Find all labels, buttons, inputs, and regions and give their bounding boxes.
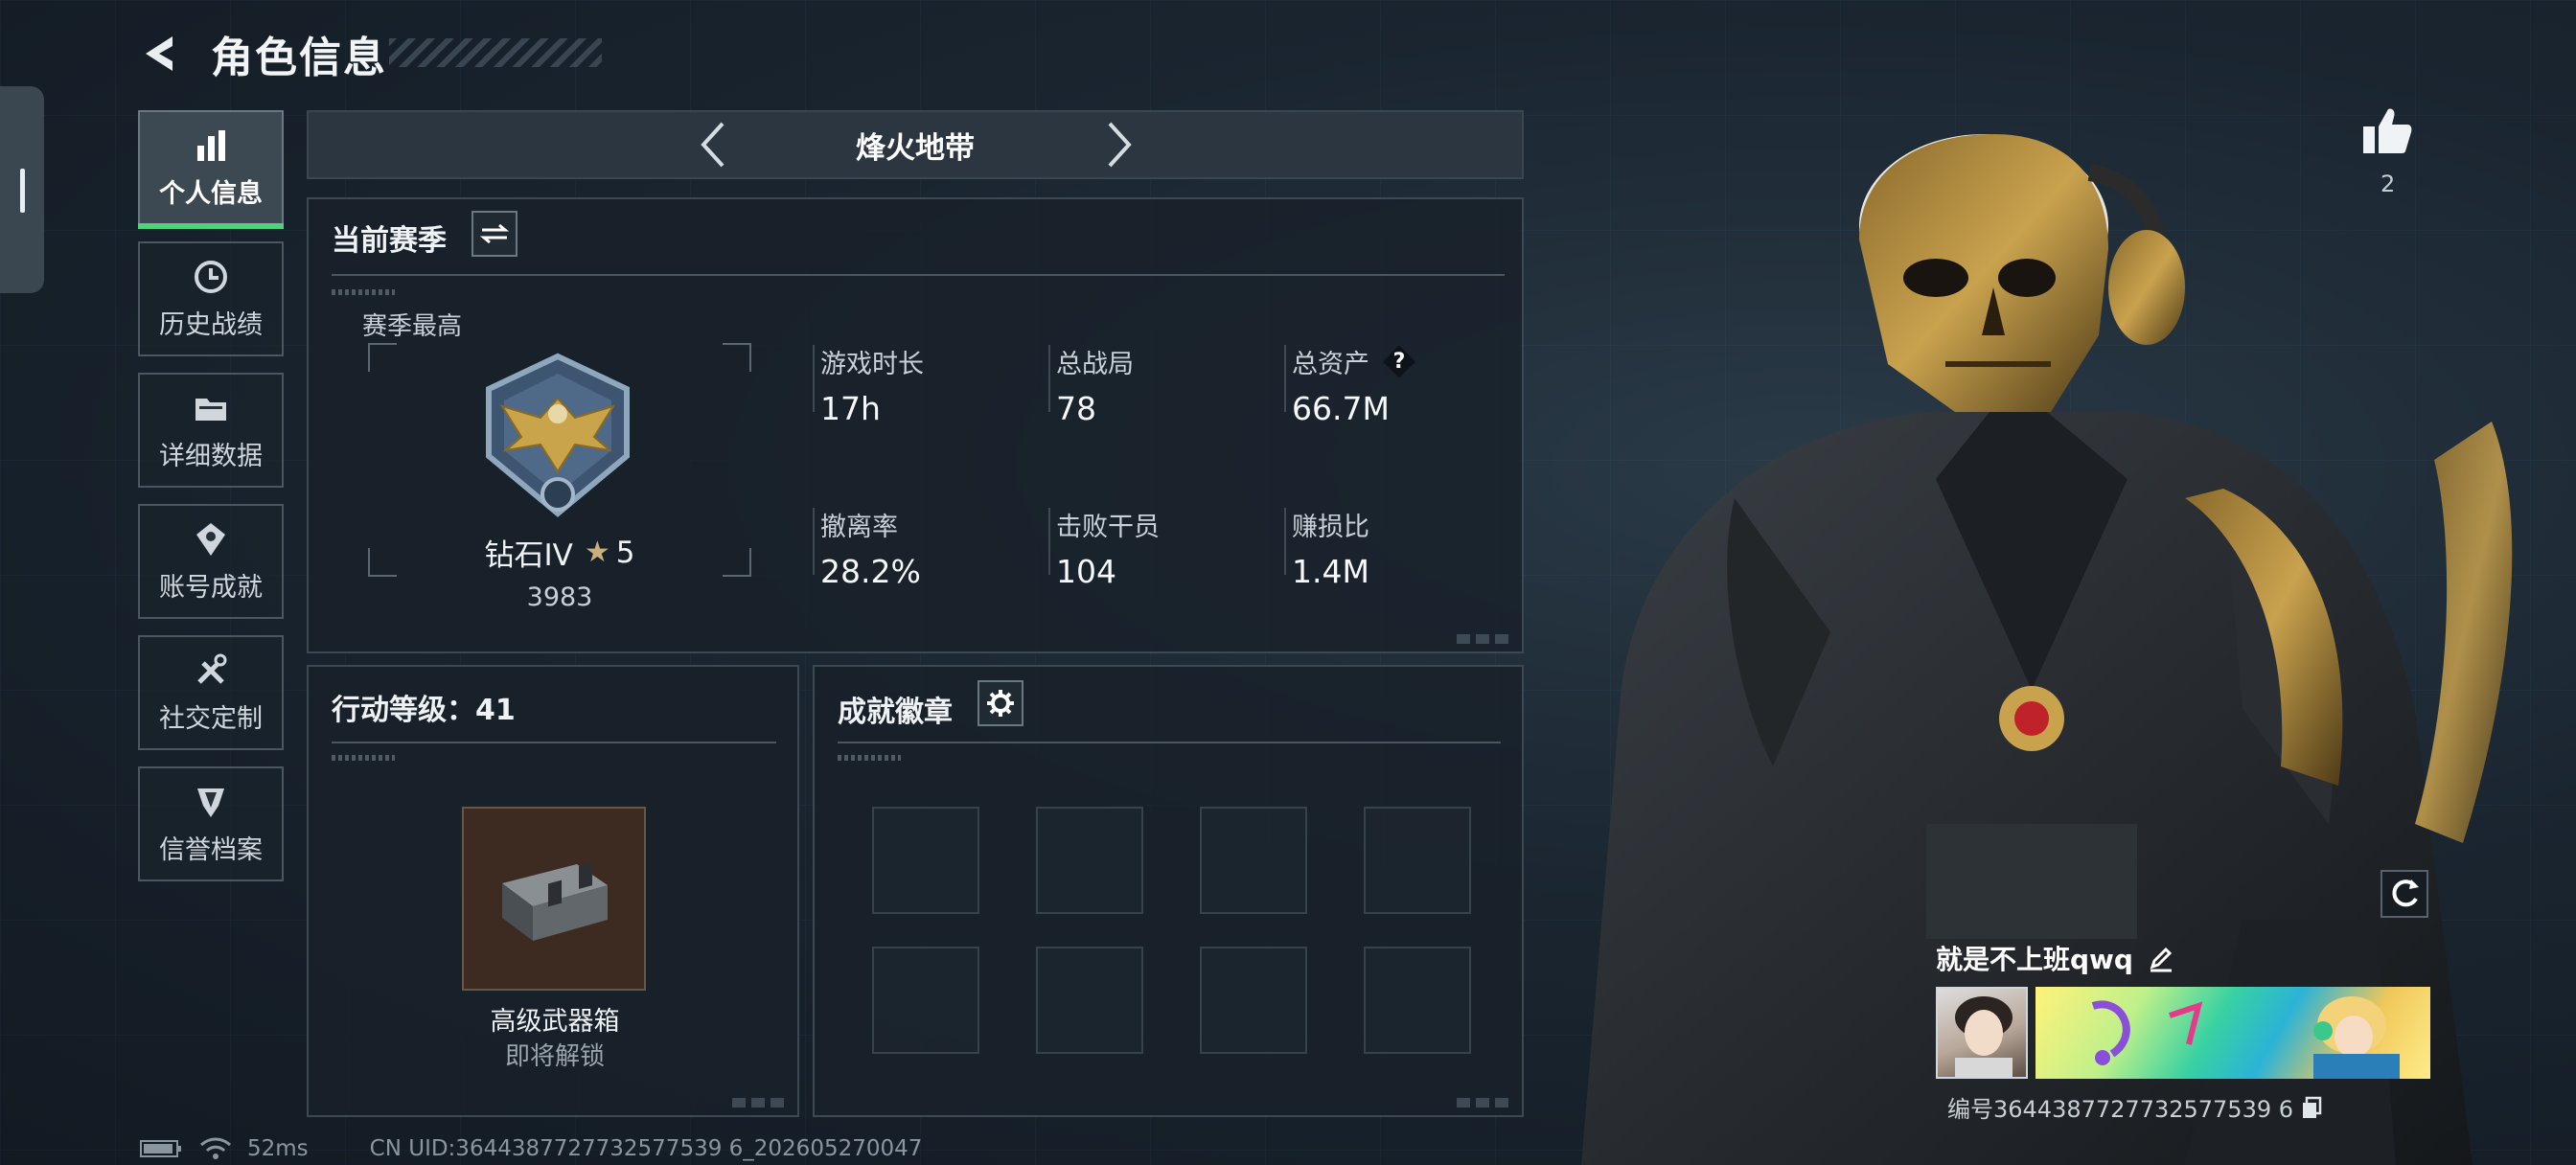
nav-item-detailed-data[interactable]: 详细数据 [138, 373, 284, 488]
bar-chart-icon [197, 129, 225, 161]
copy-icon[interactable] [2301, 1096, 2322, 1119]
rotate-model-button[interactable] [2380, 870, 2428, 918]
season-panel: 当前赛季 赛季最高 钻石IV ★ 5 3983 游戏时长 17h 总战局 78 … [307, 197, 1524, 653]
achievement-icon [196, 522, 225, 556]
player-name: 就是不上班qwq [1936, 944, 2133, 975]
tools-icon [197, 653, 227, 684]
nav-item-history[interactable]: 历史战绩 [138, 241, 284, 356]
stat-total-assets: 总资产 ? 66.7M [1292, 343, 1415, 427]
side-drawer-handle[interactable] [0, 86, 44, 293]
badge-title: 成就徽章 [838, 696, 953, 729]
chevron-right-icon[interactable] [1100, 118, 1138, 171]
edit-icon[interactable] [2147, 944, 2175, 972]
stat-play-time: 游戏时长 17h [820, 343, 924, 427]
battery-icon [140, 1140, 181, 1157]
badge-slot[interactable] [1200, 947, 1307, 1054]
badge-slot[interactable] [1200, 807, 1307, 914]
refresh-icon [2392, 879, 2419, 907]
profile-banner[interactable] [2036, 987, 2430, 1079]
rank-name-row: 钻石IV ★ 5 [368, 531, 751, 574]
rank-stars: 5 [615, 535, 635, 570]
reward-name: 高级武器箱 [490, 1007, 620, 1037]
nav-item-label: 社交定制 [159, 703, 263, 734]
rank-score: 3983 [526, 582, 593, 612]
divider [838, 742, 1501, 743]
decoration-tag [838, 755, 901, 761]
mode-selector: 烽火地带 [307, 110, 1524, 179]
folder-icon [196, 398, 226, 421]
nav-item-credit-record[interactable]: 信誉档案 [138, 766, 284, 881]
badge-slot[interactable] [872, 947, 979, 1054]
stat-value: 1.4M [1292, 553, 1369, 590]
wifi-icon [200, 1137, 231, 1159]
swap-icon [480, 223, 509, 244]
badge-settings-button[interactable] [978, 680, 1024, 726]
nav-item-label: 历史战绩 [159, 309, 263, 340]
stat-label: 击败干员 [1056, 513, 1160, 542]
badge-slot[interactable] [1364, 947, 1471, 1054]
stat-value: 66.7M [1292, 390, 1390, 427]
season-best-label: 赛季最高 [362, 312, 463, 341]
stat-operators-defeated: 击败干员 104 [1056, 506, 1160, 590]
divider [332, 274, 1505, 276]
uid-text: CN UID:3644387727732577539 6_20260527004… [369, 1136, 923, 1161]
status-bar: 52ms CN UID:3644387727732577539 6_202605… [140, 1136, 922, 1161]
gear-icon [987, 690, 1014, 717]
stat-value: 17h [820, 390, 881, 427]
action-level-title: 行动等级：41 [332, 694, 516, 727]
divider [332, 742, 776, 743]
action-level-panel: 行动等级：41 高级武器箱 即将解锁 [307, 665, 799, 1117]
stat-total-matches: 总战局 78 [1056, 343, 1134, 427]
history-icon [195, 260, 227, 293]
nav-item-label: 账号成就 [159, 572, 263, 603]
page-header: 角色信息 [140, 25, 602, 82]
rank-block[interactable]: 钻石IV ★ 5 [368, 343, 751, 577]
stat-profit-loss: 赚损比 1.4M [1292, 506, 1369, 590]
achievement-badge-panel: 成就徽章 [813, 665, 1524, 1117]
decoration-tag [332, 755, 395, 761]
stat-value: 104 [1056, 553, 1116, 590]
back-arrow-icon[interactable] [140, 33, 182, 75]
shield-icon [197, 788, 224, 817]
stat-label: 赚损比 [1292, 513, 1369, 542]
stat-label: 游戏时长 [820, 350, 924, 379]
nav-item-label: 详细数据 [159, 441, 263, 471]
mode-name: 烽火地带 [856, 130, 975, 166]
page-title: 角色信息 [211, 34, 387, 82]
weapon-crate-icon [502, 862, 608, 941]
badge-slot[interactable] [1036, 947, 1143, 1054]
reward-item[interactable] [462, 807, 646, 991]
stat-value: 78 [1056, 390, 1096, 427]
rank-name: 钻石IV [484, 538, 573, 573]
star-icon: ★ [584, 536, 610, 569]
season-title: 当前赛季 [332, 224, 447, 258]
reward-status: 即将解锁 [504, 1042, 605, 1071]
rank-emblem-icon [486, 353, 630, 517]
thumbs-up-icon[interactable] [2359, 103, 2413, 157]
stat-label: 总战局 [1056, 350, 1134, 379]
badge-slot[interactable] [1036, 807, 1143, 914]
nav-item-achievements[interactable]: 账号成就 [138, 504, 284, 619]
badge-slot[interactable] [1364, 807, 1471, 914]
switch-season-button[interactable] [472, 211, 518, 257]
title-decoration [389, 38, 602, 67]
ping-value: 52ms [247, 1136, 309, 1161]
decoration-tag [332, 289, 395, 295]
like-count: 2 [2380, 171, 2396, 197]
stat-label: 总资产 [1292, 350, 1369, 379]
nav-item-personal-info[interactable]: 个人信息 [138, 110, 284, 229]
avatar[interactable] [1936, 987, 2028, 1079]
chevron-left-icon[interactable] [694, 118, 732, 171]
help-icon[interactable]: ? [1383, 345, 1415, 378]
stat-extract-rate: 撤离率 28.2% [820, 506, 921, 590]
player-card: 就是不上班qwq 编号3644387727732577539 6 [1936, 939, 2434, 1123]
stat-label: 撤离率 [820, 513, 898, 542]
badge-slot[interactable] [872, 807, 979, 914]
player-id: 编号3644387727732577539 6 [1947, 1096, 2294, 1123]
stat-value: 28.2% [820, 553, 921, 590]
nav-item-label: 个人信息 [159, 178, 263, 209]
nav-item-social-custom[interactable]: 社交定制 [138, 635, 284, 750]
side-nav: 个人信息 历史战绩 详细数据 账号成就 社交定制 信誉档案 [138, 110, 288, 898]
nav-item-label: 信誉档案 [159, 834, 263, 865]
